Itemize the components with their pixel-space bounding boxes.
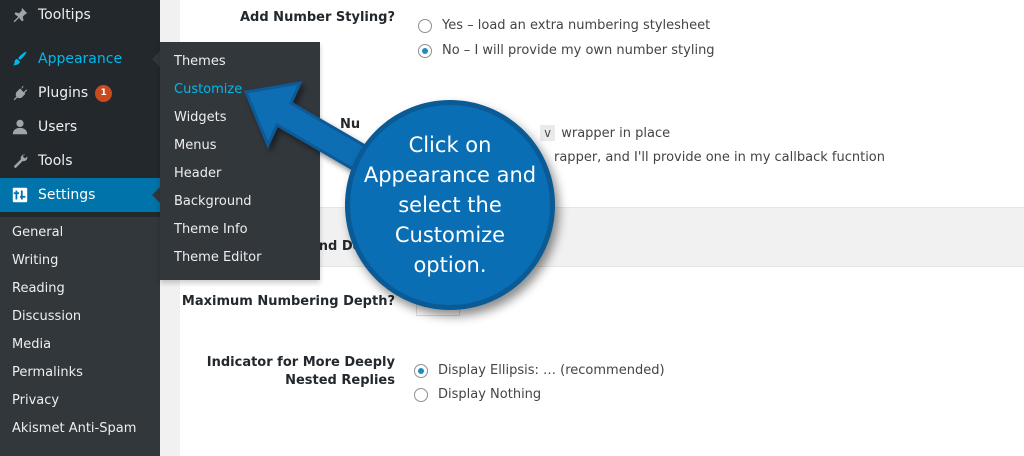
submenu-reading[interactable]: Reading: [12, 279, 65, 299]
radio-nothing[interactable]: [414, 387, 428, 402]
wrapper-option-2-label: rapper, and I'll provide one in my callb…: [554, 150, 885, 165]
flyout-theme-editor[interactable]: Theme Editor: [174, 248, 261, 268]
menu-label-settings: Settings: [38, 187, 96, 203]
submenu-discussion[interactable]: Discussion: [12, 307, 81, 327]
submenu-permalinks[interactable]: Permalinks: [12, 363, 83, 383]
indicator-ellipsis-option[interactable]: Display Ellipsis: … (recommended): [414, 363, 665, 378]
menu-item-users[interactable]: Users: [0, 110, 160, 144]
appearance-flyout-menu: Themes Customize Widgets Menus Header Ba…: [160, 42, 320, 280]
menu-label-users: Users: [38, 119, 78, 135]
menu-label-appearance: Appearance: [38, 51, 123, 67]
menu-item-tooltips[interactable]: Tooltips: [0, 0, 160, 32]
radio-no[interactable]: [418, 43, 432, 58]
radio-no-label: No – I will provide my own number stylin…: [442, 43, 715, 58]
flyout-theme-info[interactable]: Theme Info: [174, 220, 248, 240]
max-depth-label: Maximum Numbering Depth?: [181, 294, 395, 309]
menu-item-plugins[interactable]: Plugins 1: [0, 76, 160, 110]
settings-submenu: General Writing Reading Discussion Media…: [0, 217, 160, 456]
number-styling-yes-option[interactable]: Yes – load an extra numbering stylesheet: [418, 18, 710, 33]
flyout-widgets[interactable]: Widgets: [174, 108, 227, 128]
settings-current-pointer: [152, 187, 160, 203]
submenu-writing[interactable]: Writing: [12, 251, 58, 271]
indicator-label-line2: Nested Replies: [285, 373, 395, 388]
indicator-label: Indicator for More Deeply Nested Replies: [180, 354, 395, 390]
number-styling-no-option[interactable]: No – I will provide my own number stylin…: [418, 43, 715, 58]
indicator-nothing-option[interactable]: Display Nothing: [414, 387, 541, 402]
user-icon: [10, 117, 30, 137]
radio-ellipsis[interactable]: [414, 363, 428, 378]
add-number-styling-label: Add Number Styling?: [239, 10, 395, 25]
radio-yes[interactable]: [418, 18, 432, 33]
flyout-pointer: [152, 51, 160, 67]
submenu-akismet[interactable]: Akismet Anti-Spam: [12, 419, 136, 439]
radio-yes-label: Yes – load an extra numbering stylesheet: [442, 18, 711, 33]
menu-label-tools: Tools: [38, 153, 73, 169]
menu-item-appearance[interactable]: Appearance: [0, 42, 160, 76]
flyout-background[interactable]: Background: [174, 192, 252, 212]
instruction-callout: Click on Appearance and select the Custo…: [345, 100, 555, 310]
indicator-label-line1: Indicator for More Deeply: [206, 355, 395, 370]
flyout-header[interactable]: Header: [174, 164, 221, 184]
wrapper-option-2[interactable]: rapper, and I'll provide one in my callb…: [554, 150, 885, 165]
wrapper-option-1[interactable]: v wrapper in place: [540, 125, 670, 141]
flyout-menus[interactable]: Menus: [174, 136, 216, 156]
flyout-themes[interactable]: Themes: [174, 52, 226, 72]
callout-text: Click on Appearance and select the Custo…: [363, 133, 537, 277]
menu-item-settings[interactable]: Settings: [0, 178, 160, 212]
submenu-privacy[interactable]: Privacy: [12, 391, 59, 411]
pin-icon: [10, 5, 30, 25]
update-count-badge: 1: [95, 84, 113, 102]
admin-sidebar: Tooltips Appearance Plugins 1 Users Tool…: [0, 0, 160, 456]
settings-icon: [10, 185, 30, 205]
radio-ellipsis-label: Display Ellipsis: … (recommended): [438, 363, 665, 378]
submenu-general[interactable]: General: [12, 223, 63, 243]
menu-item-tools[interactable]: Tools: [0, 144, 160, 178]
menu-label-plugins: Plugins: [38, 85, 89, 101]
submenu-media[interactable]: Media: [12, 335, 51, 355]
wrapper-option-1-label: wrapper in place: [561, 125, 671, 141]
plug-icon: [10, 83, 30, 103]
menu-label-tooltips: Tooltips: [38, 7, 91, 23]
flyout-customize[interactable]: Customize: [174, 80, 242, 100]
wrench-icon: [10, 151, 30, 171]
radio-nothing-label: Display Nothing: [438, 387, 542, 402]
wrapper-code: v: [540, 125, 556, 141]
paintbrush-icon: [10, 49, 30, 69]
